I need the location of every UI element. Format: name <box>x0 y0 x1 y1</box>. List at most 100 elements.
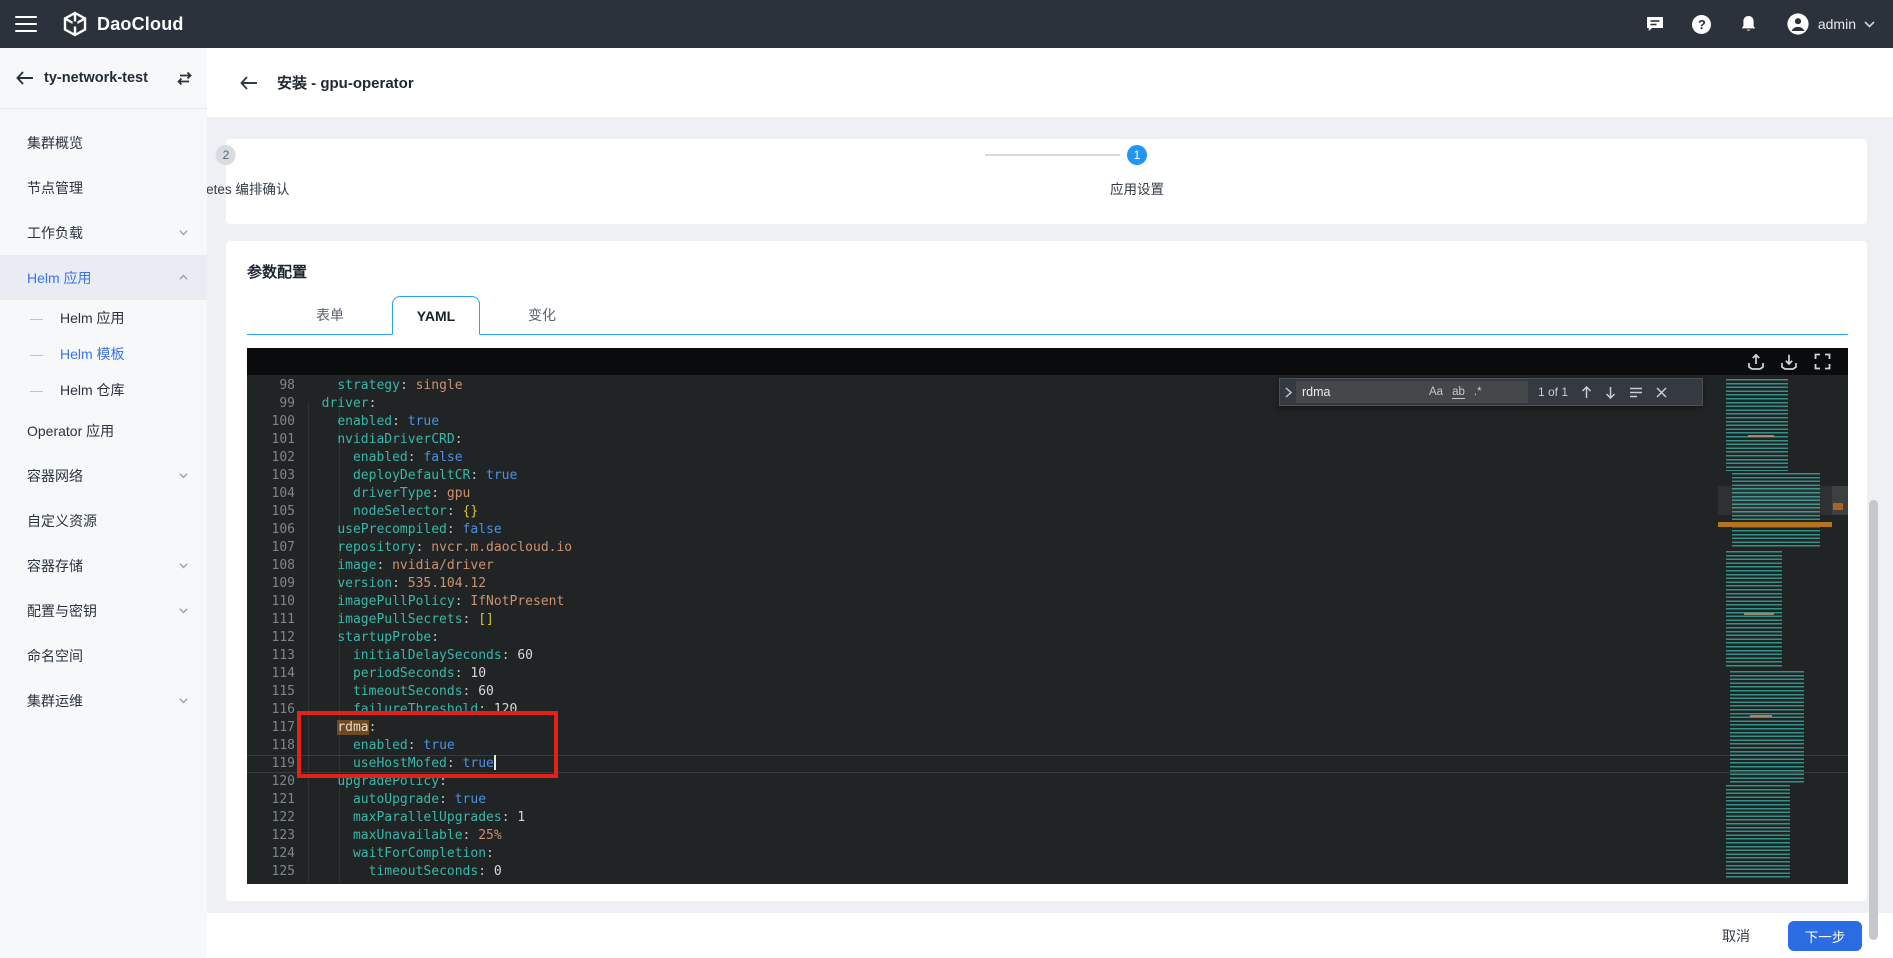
next-step-button[interactable]: 下一步 <box>1788 921 1862 951</box>
code-line-112[interactable]: 112 startupProbe: <box>247 629 1848 647</box>
find-close-icon[interactable] <box>1656 387 1667 398</box>
code-area[interactable]: 98 strategy: single99 driver:100 enabled… <box>247 375 1848 884</box>
sidebar-item-集群概览[interactable]: 集群概览 <box>0 120 207 165</box>
sidebar-item-helm-应用[interactable]: Helm 应用 <box>0 255 207 300</box>
sidebar-item-命名空间[interactable]: 命名空间 <box>0 633 207 678</box>
minimap-viewport[interactable] <box>1718 486 1832 515</box>
editor-toolbar <box>247 348 1848 375</box>
line-number: 115 <box>247 683 295 701</box>
code-line-113[interactable]: 113 initialDelaySeconds: 60 <box>247 647 1848 665</box>
sidebar-item-节点管理[interactable]: 节点管理 <box>0 165 207 210</box>
page-back-icon[interactable] <box>240 76 258 90</box>
line-content: image: nvidia/driver <box>306 557 494 575</box>
tab-yaml[interactable]: YAML <box>392 296 480 335</box>
brand-name: DaoCloud <box>97 14 184 35</box>
code-line-121[interactable]: 121 autoUpgrade: true <box>247 791 1848 809</box>
line-number: 108 <box>247 557 295 575</box>
code-line-102[interactable]: 102 enabled: false <box>247 449 1848 467</box>
yaml-editor[interactable]: 98 strategy: single99 driver:100 enabled… <box>247 348 1848 884</box>
line-number: 103 <box>247 467 295 485</box>
code-line-114[interactable]: 114 periodSeconds: 10 <box>247 665 1848 683</box>
line-content: repository: nvcr.m.daocloud.io <box>306 539 572 557</box>
match-case-toggle[interactable]: Aa <box>1429 386 1443 398</box>
sidebar-item-集群运维[interactable]: 集群运维 <box>0 678 207 723</box>
chevron-up-icon <box>178 272 189 283</box>
code-line-110[interactable]: 110 imagePullPolicy: IfNotPresent <box>247 593 1848 611</box>
user-menu[interactable]: admin <box>1786 12 1875 36</box>
sidebar-item-自定义资源[interactable]: 自定义资源 <box>0 498 207 543</box>
message-icon[interactable] <box>1645 14 1665 34</box>
line-number: 117 <box>247 719 295 737</box>
code-line-115[interactable]: 115 timeoutSeconds: 60 <box>247 683 1848 701</box>
wizard-step-1: 1应用设置 <box>1110 145 1164 198</box>
code-line-105[interactable]: 105 nodeSelector: {} <box>247 503 1848 521</box>
indent-guide <box>339 402 340 884</box>
overview-ruler[interactable] <box>1832 375 1848 884</box>
line-number: 118 <box>247 737 295 755</box>
sidebar-item-operator-应用[interactable]: Operator 应用 <box>0 408 207 453</box>
code-line-101[interactable]: 101 nvidiaDriverCRD: <box>247 431 1848 449</box>
code-line-109[interactable]: 109 version: 535.104.12 <box>247 575 1848 593</box>
minimap[interactable] <box>1718 375 1832 884</box>
avatar-icon <box>1786 12 1810 36</box>
find-next-icon[interactable] <box>1605 386 1616 399</box>
sidebar-item-容器网络[interactable]: 容器网络 <box>0 453 207 498</box>
sub-item-dash: — <box>30 383 43 398</box>
code-line-111[interactable]: 111 imagePullSecrets: [] <box>247 611 1848 629</box>
code-lines: 98 strategy: single99 driver:100 enabled… <box>247 375 1848 881</box>
line-number: 104 <box>247 485 295 503</box>
line-content: timeoutSeconds: 0 <box>306 863 502 881</box>
sidebar-item-helm-应用[interactable]: —Helm 应用 <box>0 300 207 336</box>
regex-toggle[interactable]: .* <box>1474 386 1482 398</box>
find-input-wrap: Aa ab .* <box>1296 381 1528 403</box>
code-line-124[interactable]: 124 waitForCompletion: <box>247 845 1848 863</box>
find-in-selection-icon[interactable] <box>1629 387 1643 398</box>
tab-变化[interactable]: 变化 <box>498 296 586 335</box>
cancel-button[interactable]: 取消 <box>1722 926 1750 946</box>
code-line-108[interactable]: 108 image: nvidia/driver <box>247 557 1848 575</box>
switch-cluster-icon[interactable] <box>176 71 193 86</box>
line-number: 105 <box>247 503 295 521</box>
sidebar-item-工作负载[interactable]: 工作负载 <box>0 210 207 255</box>
line-number: 116 <box>247 701 295 719</box>
code-line-103[interactable]: 103 deployDefaultCR: true <box>247 467 1848 485</box>
line-number: 98 <box>247 377 295 395</box>
help-icon[interactable]: ? <box>1692 14 1712 34</box>
line-content: usePrecompiled: false <box>306 521 502 539</box>
fullscreen-icon[interactable] <box>1813 353 1831 371</box>
page-scrollbar[interactable] <box>1869 500 1878 940</box>
code-line-125[interactable]: 125 timeoutSeconds: 0 <box>247 863 1848 881</box>
line-content: imagePullSecrets: [] <box>306 611 494 629</box>
sidebar-item-helm-仓库[interactable]: —Helm 仓库 <box>0 372 207 408</box>
line-number: 99 <box>247 395 295 413</box>
notification-bell-icon[interactable] <box>1739 14 1759 34</box>
whole-word-toggle[interactable]: ab <box>1452 386 1465 399</box>
cluster-name: ty-network-test <box>44 70 176 86</box>
indent-guide <box>308 402 309 884</box>
upload-icon[interactable] <box>1747 353 1765 371</box>
tab-表单[interactable]: 表单 <box>286 296 374 335</box>
code-line-100[interactable]: 100 enabled: true <box>247 413 1848 431</box>
line-number: 100 <box>247 413 295 431</box>
scroll-slider[interactable] <box>1832 486 1848 515</box>
code-line-106[interactable]: 106 usePrecompiled: false <box>247 521 1848 539</box>
code-line-104[interactable]: 104 driverType: gpu <box>247 485 1848 503</box>
sidebar-item-配置与密钥[interactable]: 配置与密钥 <box>0 588 207 633</box>
back-icon[interactable] <box>16 71 34 85</box>
download-icon[interactable] <box>1780 353 1798 371</box>
match-marker <box>1833 503 1843 510</box>
menu-icon[interactable] <box>15 16 37 32</box>
main-area: 安装 - gpu-operator 1应用设置2Kubernetes 编排确认 … <box>207 48 1893 958</box>
sidebar-item-容器存储[interactable]: 容器存储 <box>0 543 207 588</box>
code-line-122[interactable]: 122 maxParallelUpgrades: 1 <box>247 809 1848 827</box>
find-expand-icon[interactable] <box>1280 379 1296 405</box>
page-title: 安装 - gpu-operator <box>277 72 414 93</box>
code-line-123[interactable]: 123 maxUnavailable: 25% <box>247 827 1848 845</box>
find-previous-icon[interactable] <box>1581 386 1592 399</box>
line-content: enabled: false <box>306 449 463 467</box>
find-input[interactable] <box>1302 385 1420 399</box>
code-line-107[interactable]: 107 repository: nvcr.m.daocloud.io <box>247 539 1848 557</box>
sidebar-item-helm-模板[interactable]: —Helm 模板 <box>0 336 207 372</box>
line-content: enabled: true <box>306 413 439 431</box>
line-number: 101 <box>247 431 295 449</box>
